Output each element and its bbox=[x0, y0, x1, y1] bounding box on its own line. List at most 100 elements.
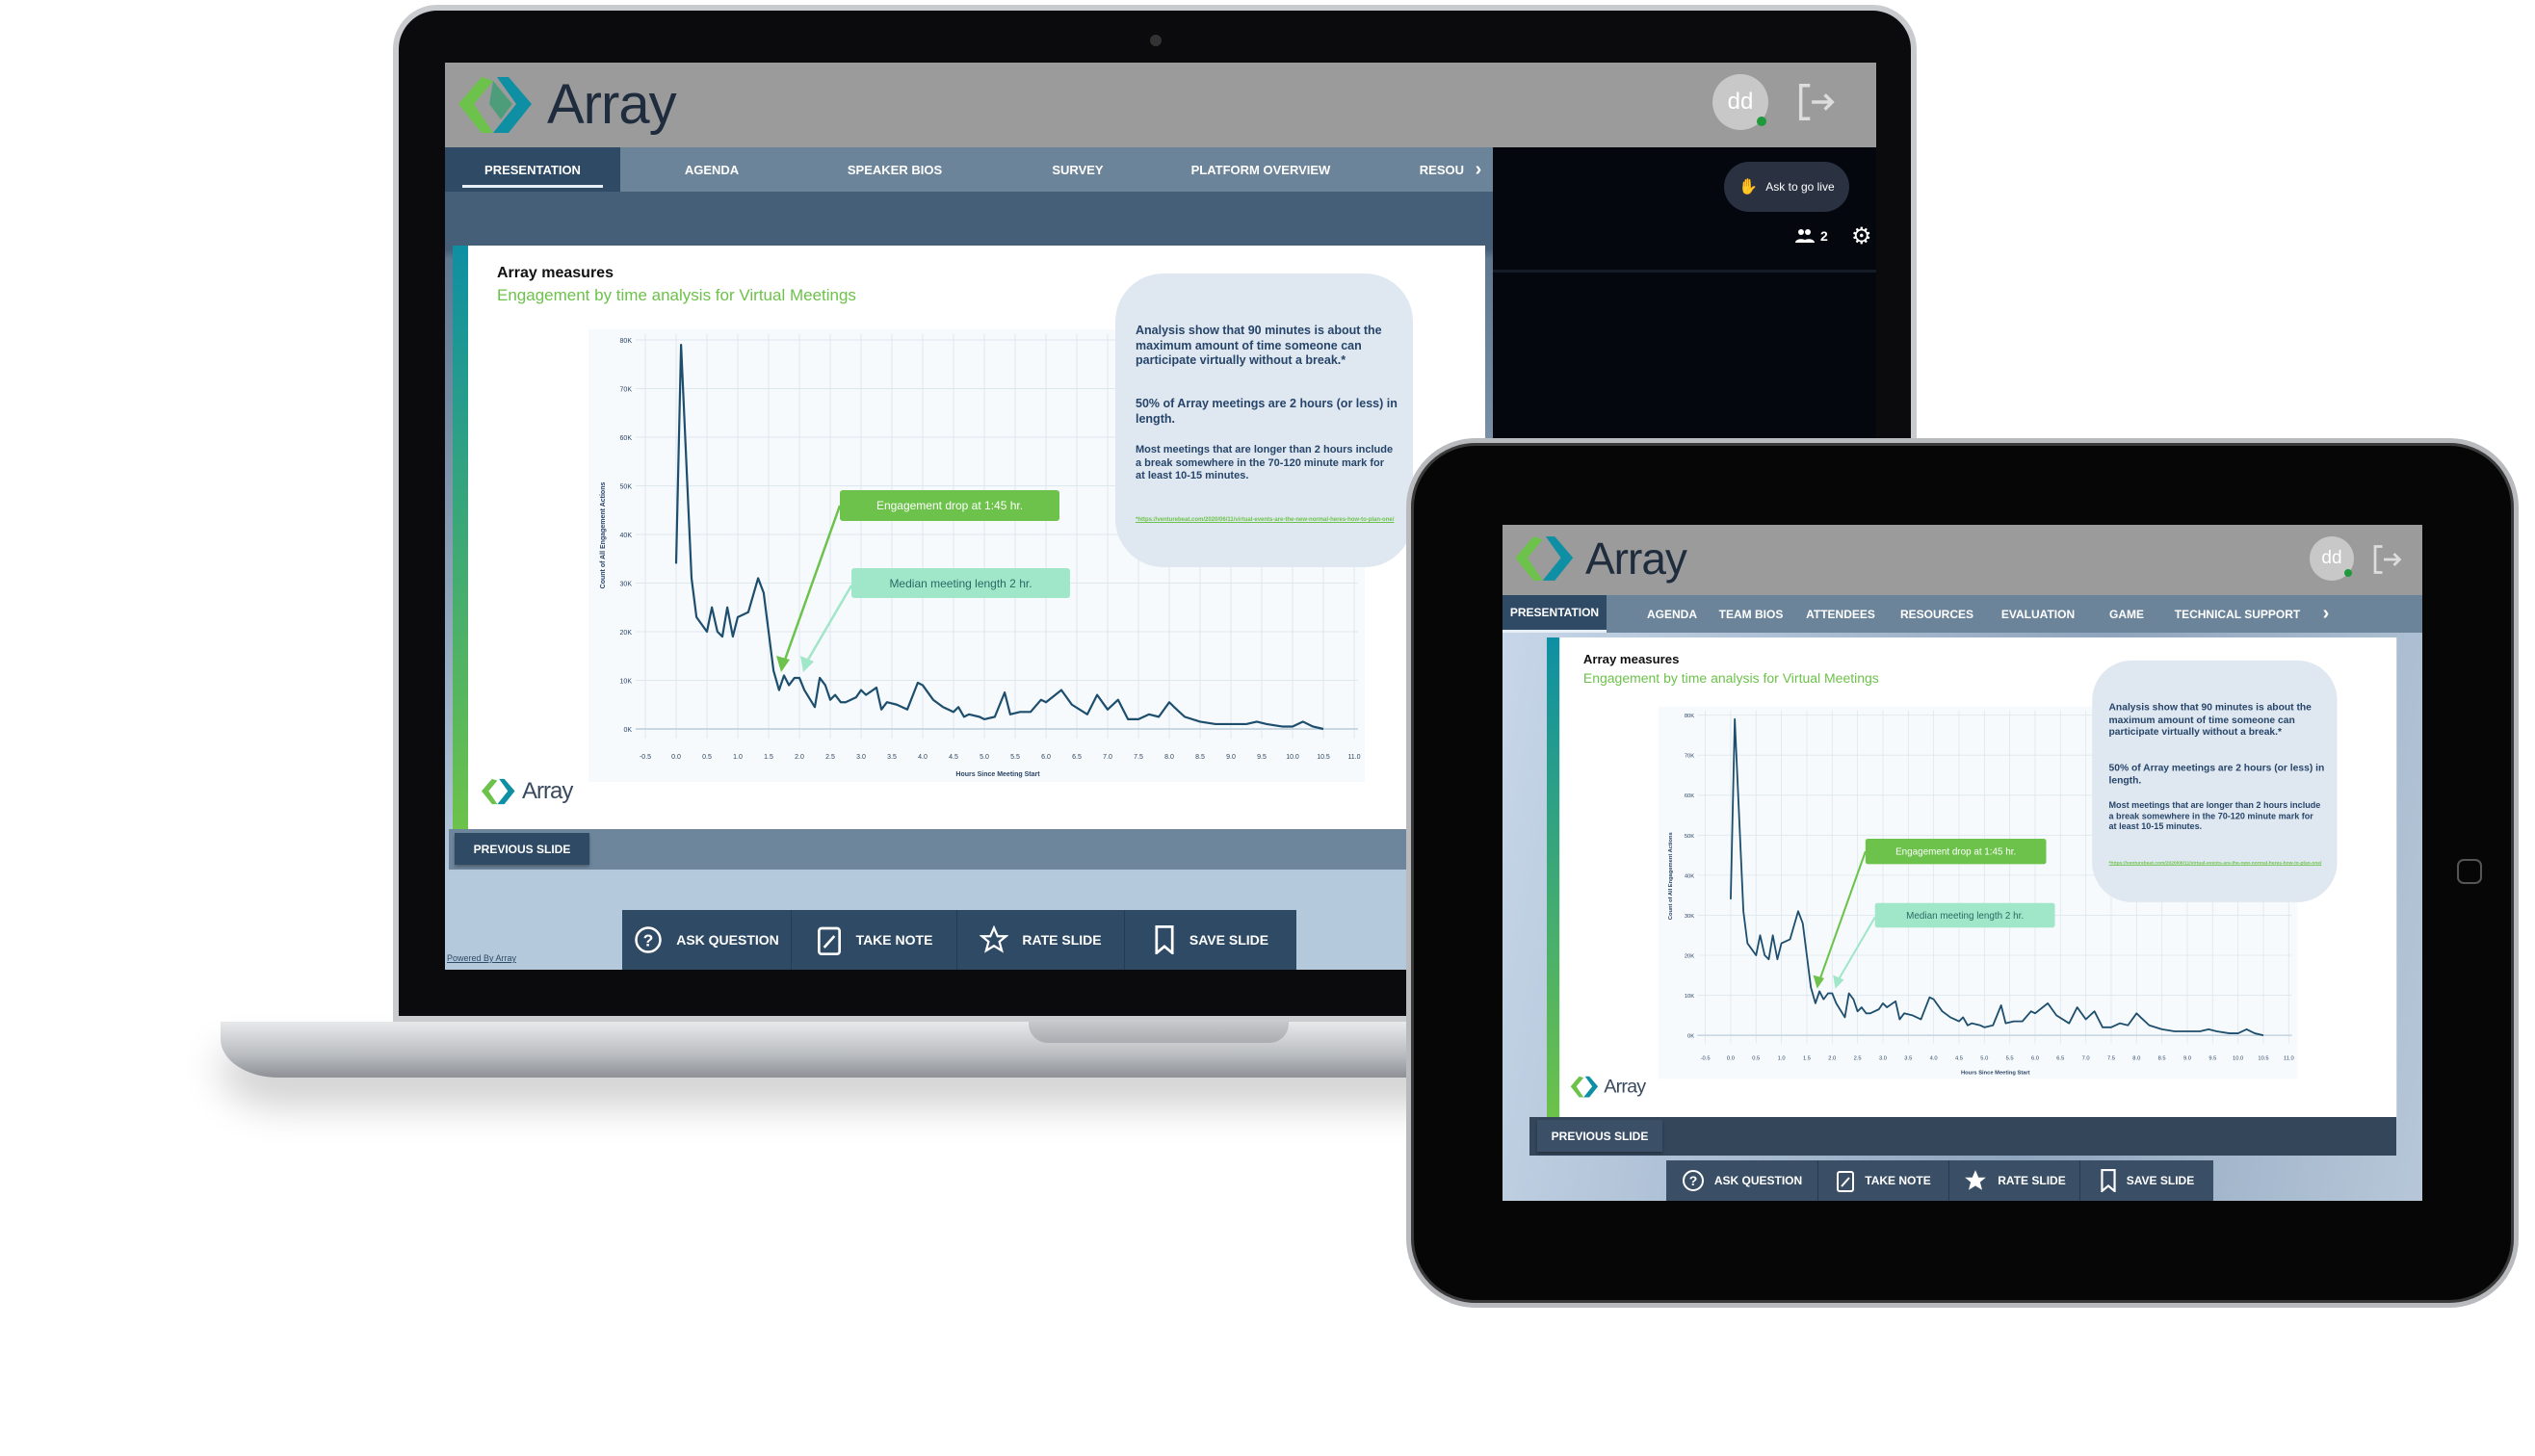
x-tick-label: 11.0 bbox=[1347, 754, 1360, 761]
laptop-notch bbox=[1029, 1022, 1289, 1043]
tab-game[interactable]: GAME bbox=[2090, 595, 2163, 633]
x-tick-label: 8.0 bbox=[1164, 754, 1174, 761]
x-tick-label: 0.5 bbox=[702, 754, 712, 761]
question-icon: ? bbox=[635, 926, 662, 953]
tab-agenda[interactable]: AGENDA bbox=[620, 147, 803, 192]
y-tick-label: 40K bbox=[620, 533, 633, 539]
tab-agenda[interactable]: AGENDA bbox=[1635, 595, 1709, 633]
y-tick-label: 10K bbox=[620, 679, 633, 686]
y-tick-label: 60K bbox=[620, 435, 633, 442]
tab-evaluation[interactable]: EVALUATION bbox=[1986, 595, 2090, 633]
tabs-next-chevron-icon[interactable]: › bbox=[2312, 595, 2340, 633]
x-tick-label: 6.5 bbox=[1072, 754, 1082, 761]
tab-speaker-bios[interactable]: SPEAKER BIOS bbox=[803, 147, 986, 192]
user-avatar[interactable]: dd bbox=[2310, 536, 2354, 581]
previous-slide-button[interactable]: PREVIOUS SLIDE bbox=[1537, 1120, 1662, 1152]
x-tick-label: 10.0 bbox=[1286, 754, 1299, 761]
x-axis-label: Hours Since Meeting Start bbox=[955, 771, 1040, 778]
x-axis-label: Hours Since Meeting Start bbox=[1961, 1070, 2030, 1076]
annotation-median-length: Median meeting length 2 hr. bbox=[1874, 902, 2055, 928]
x-tick-label: 7.0 bbox=[2082, 1056, 2090, 1062]
rate-slide-button[interactable]: RATE SLIDE bbox=[957, 910, 1125, 970]
array-logo[interactable]: Array bbox=[1512, 533, 1687, 585]
tab-technical-support[interactable]: TECHNICAL SUPPORT bbox=[2163, 595, 2312, 633]
svg-text:?: ? bbox=[643, 930, 654, 949]
save-slide-button[interactable]: SAVE SLIDE bbox=[1125, 910, 1296, 970]
tab-resources[interactable]: RESOURCES bbox=[1888, 595, 1986, 633]
tab-presentation[interactable]: PRESENTATION bbox=[1503, 595, 1607, 633]
tab-survey[interactable]: SURVEY bbox=[986, 147, 1169, 192]
source-link[interactable]: *https://venturebeat.com/2020/06/11/virt… bbox=[1136, 517, 1394, 523]
tab-platform-overview[interactable]: PLATFORM OVERVIEW bbox=[1169, 147, 1352, 192]
y-tick-label: 30K bbox=[1685, 914, 1694, 920]
tab-presentation[interactable]: PRESENTATION bbox=[445, 147, 620, 192]
ask-to-go-live-button[interactable]: ✋ Ask to go live bbox=[1724, 162, 1849, 212]
ask-question-button[interactable]: ? ASK QUESTION bbox=[622, 910, 792, 970]
y-tick-label: 50K bbox=[1685, 834, 1694, 840]
presentation-slide: Array measures Engagement by time analys… bbox=[453, 246, 1485, 829]
y-tick-label: 20K bbox=[1685, 953, 1694, 959]
save-slide-button[interactable]: SAVE SLIDE bbox=[2080, 1160, 2213, 1201]
app-header: Array dd bbox=[445, 63, 1876, 147]
x-tick-label: 1.5 bbox=[1803, 1056, 1811, 1062]
y-tick-label: 80K bbox=[1685, 714, 1694, 719]
x-tick-label: 7.5 bbox=[1134, 754, 1143, 761]
tab-resources[interactable]: RESOU bbox=[1352, 147, 1464, 192]
tabs-next-chevron-icon[interactable]: › bbox=[1464, 147, 1493, 192]
array-logo-icon bbox=[1515, 536, 1574, 581]
participants-count[interactable]: 2 bbox=[1795, 228, 1828, 244]
x-tick-label: 1.0 bbox=[1778, 1056, 1786, 1062]
user-avatar[interactable]: dd bbox=[1712, 74, 1768, 130]
x-tick-label: 2.0 bbox=[795, 754, 804, 761]
y-tick-label: 20K bbox=[620, 630, 633, 637]
callout-text-1: Analysis show that 90 minutes is about t… bbox=[1136, 324, 1382, 367]
x-tick-label: 5.5 bbox=[1010, 754, 1020, 761]
rate-slide-button[interactable]: RATE SLIDE bbox=[1949, 1160, 2080, 1201]
question-icon: ? bbox=[1682, 1170, 1704, 1191]
y-tick-label: 0K bbox=[1687, 1034, 1694, 1040]
y-tick-label: 70K bbox=[1685, 754, 1694, 760]
y-tick-label: 70K bbox=[620, 387, 633, 394]
annotation-engagement-drop: Engagement drop at 1:45 hr. bbox=[1865, 839, 2047, 865]
logout-icon[interactable] bbox=[1793, 80, 1838, 124]
x-tick-label: 3.0 bbox=[856, 754, 866, 761]
x-tick-label: 2.0 bbox=[1828, 1056, 1836, 1062]
x-tick-label: 10.5 bbox=[1317, 754, 1330, 761]
x-tick-label: 0.0 bbox=[671, 754, 681, 761]
logout-icon[interactable] bbox=[2369, 542, 2404, 577]
tab-team-bios[interactable]: TEAM BIOS bbox=[1709, 595, 1793, 633]
x-tick-label: 8.5 bbox=[1195, 754, 1205, 761]
source-link[interactable]: *https://venturebeat.com/2020/06/11/virt… bbox=[2109, 861, 2322, 866]
y-tick-label: 40K bbox=[1685, 873, 1694, 879]
y-tick-label: 50K bbox=[620, 484, 633, 491]
x-tick-label: 9.0 bbox=[2183, 1056, 2191, 1062]
y-tick-label: 30K bbox=[620, 582, 633, 588]
y-tick-label: 10K bbox=[1685, 994, 1694, 1000]
tab-bar: PRESENTATION AGENDA SPEAKER BIOS SURVEY … bbox=[445, 147, 1493, 192]
array-logo[interactable]: Array bbox=[455, 72, 677, 137]
callout-text-2: 50% of Array meetings are 2 hours (or le… bbox=[2108, 762, 2325, 786]
app-header: Array dd bbox=[1503, 525, 2422, 595]
x-tick-label: 3.0 bbox=[1879, 1056, 1887, 1062]
x-tick-label: 4.5 bbox=[949, 754, 958, 761]
y-axis-label: Count of All Engagement Actions bbox=[1668, 832, 1674, 920]
powered-by-link[interactable]: Powered By Array bbox=[447, 953, 516, 963]
settings-gear-icon[interactable]: ⚙ bbox=[1851, 222, 1872, 250]
x-tick-label: 4.5 bbox=[1955, 1056, 1963, 1062]
callout-text-2: 50% of Array meetings are 2 hours (or le… bbox=[1136, 397, 1398, 426]
svg-text:?: ? bbox=[1689, 1173, 1698, 1188]
annotation-engagement-drop: Engagement drop at 1:45 hr. bbox=[840, 490, 1059, 521]
tab-attendees[interactable]: ATTENDEES bbox=[1793, 595, 1888, 633]
array-logo-icon bbox=[458, 76, 532, 133]
take-note-button[interactable]: TAKE NOTE bbox=[1818, 1160, 1949, 1201]
x-tick-label: 7.0 bbox=[1103, 754, 1112, 761]
array-logo-icon bbox=[482, 778, 515, 805]
take-note-button[interactable]: TAKE NOTE bbox=[792, 910, 957, 970]
note-icon bbox=[817, 926, 841, 955]
annotation-median-length: Median meeting length 2 hr. bbox=[851, 568, 1070, 598]
x-tick-label: 3.5 bbox=[887, 754, 897, 761]
x-tick-label: 6.5 bbox=[2056, 1056, 2064, 1062]
ask-question-button[interactable]: ? ASK QUESTION bbox=[1666, 1160, 1818, 1201]
x-tick-label: 0.0 bbox=[1727, 1056, 1735, 1062]
previous-slide-button[interactable]: PREVIOUS SLIDE bbox=[455, 833, 589, 865]
